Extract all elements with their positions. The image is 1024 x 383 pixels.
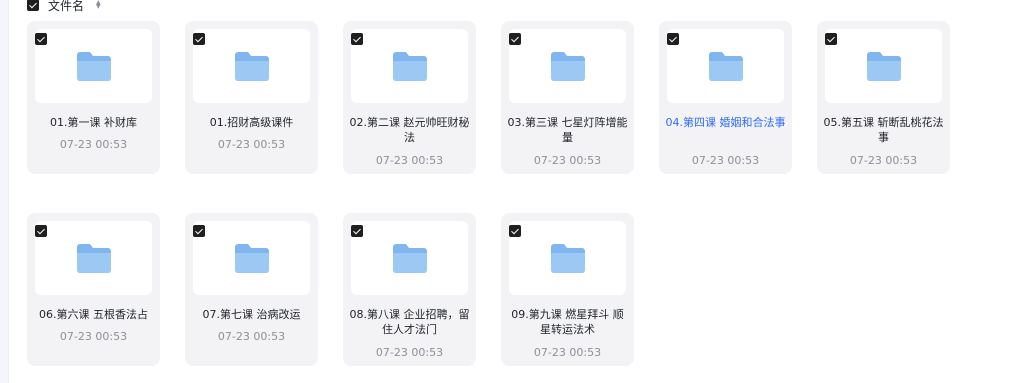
column-header-filename[interactable]: 文件名	[48, 0, 84, 14]
folder-card[interactable]: 03.第三课 七星灯阵增能量 07-23 00:53	[501, 21, 634, 174]
file-name: 07.第七课 治病改运	[202, 308, 301, 321]
folder-thumbnail	[509, 29, 626, 103]
file-date: 07-23 00:53	[849, 154, 918, 167]
folder-thumbnail	[351, 29, 468, 103]
file-name: 06.第六课 五根香法占	[39, 308, 148, 321]
file-name: 01.招财高级课件	[209, 116, 294, 129]
item-checkbox[interactable]	[351, 33, 363, 45]
file-name: 08.第八课 企业招聘，留住人才法门	[349, 308, 470, 336]
folder-card[interactable]: 07.第七课 治病改运 07-23 00:53	[185, 213, 318, 366]
item-checkbox[interactable]	[825, 33, 837, 45]
list-header: 文件名 ▲ ▼	[27, 0, 101, 14]
select-all-checkbox[interactable]	[27, 0, 39, 11]
file-date: 07-23 00:53	[217, 330, 286, 343]
folder-icon	[392, 52, 427, 81]
file-grid: 01.第一课 补财库 07-23 00:53 01.招财高级课件 07-23 0…	[27, 21, 950, 366]
folder-thumbnail	[351, 221, 468, 295]
folder-thumbnail	[193, 221, 310, 295]
file-name: 01.第一课 补财库	[50, 116, 137, 129]
item-checkbox[interactable]	[193, 225, 205, 237]
file-date: 07-23 00:53	[533, 154, 602, 167]
item-checkbox[interactable]	[351, 225, 363, 237]
sort-icon[interactable]: ▲ ▼	[96, 0, 101, 10]
folder-icon	[234, 52, 269, 81]
folder-card[interactable]: 02.第二课 赵元帅旺财秘法 07-23 00:53	[343, 21, 476, 174]
file-name: 05.第五课 斩断乱桃花法事	[823, 116, 944, 144]
folder-card[interactable]: 06.第六课 五根香法占 07-23 00:53	[27, 213, 160, 366]
file-date: 07-23 00:53	[533, 346, 602, 359]
folder-thumbnail	[193, 29, 310, 103]
folder-icon	[550, 244, 585, 273]
folder-card[interactable]: 01.第一课 补财库 07-23 00:53	[27, 21, 160, 174]
folder-thumbnail	[35, 29, 152, 103]
file-date: 07-23 00:53	[375, 346, 444, 359]
folder-thumbnail	[509, 221, 626, 295]
folder-card[interactable]: 05.第五课 斩断乱桃花法事 07-23 00:53	[817, 21, 950, 174]
file-date: 07-23 00:53	[59, 330, 128, 343]
file-date: 07-23 00:53	[217, 138, 286, 151]
folder-icon	[76, 52, 111, 81]
file-name: 02.第二课 赵元帅旺财秘法	[349, 116, 470, 144]
file-date: 07-23 00:53	[59, 138, 128, 151]
file-name: 03.第三课 七星灯阵增能量	[507, 116, 628, 144]
folder-icon	[708, 52, 743, 81]
item-checkbox[interactable]	[509, 33, 521, 45]
folder-thumbnail	[825, 29, 942, 103]
item-checkbox[interactable]	[667, 33, 679, 45]
item-checkbox[interactable]	[35, 33, 47, 45]
folder-icon	[866, 52, 901, 81]
item-checkbox[interactable]	[35, 225, 47, 237]
file-name: 09.第九课 燃星拜斗 顺星转运法术	[511, 308, 624, 336]
folder-icon	[76, 244, 111, 273]
item-checkbox[interactable]	[193, 33, 205, 45]
item-checkbox[interactable]	[509, 225, 521, 237]
file-date: 07-23 00:53	[691, 154, 760, 167]
folder-thumbnail	[35, 221, 152, 295]
folder-icon	[234, 244, 269, 273]
folder-card-selected[interactable]: 04.第四课 婚姻和合法事 07-23 00:53	[659, 21, 792, 174]
left-panel-edge	[0, 0, 9, 383]
folder-thumbnail	[667, 29, 784, 103]
file-name[interactable]: 04.第四课 婚姻和合法事	[665, 115, 786, 130]
folder-icon	[550, 52, 585, 81]
folder-icon	[392, 244, 427, 273]
folder-card[interactable]: 09.第九课 燃星拜斗 顺星转运法术 07-23 00:53	[501, 213, 634, 366]
folder-card[interactable]: 08.第八课 企业招聘，留住人才法门 07-23 00:53	[343, 213, 476, 366]
folder-card[interactable]: 01.招财高级课件 07-23 00:53	[185, 21, 318, 174]
file-date: 07-23 00:53	[375, 154, 444, 167]
